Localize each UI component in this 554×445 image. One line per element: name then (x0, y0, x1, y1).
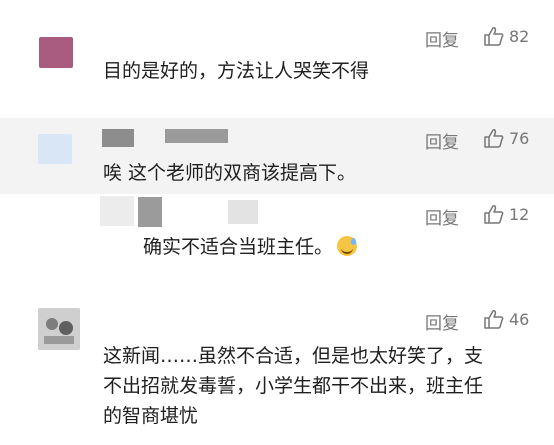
thumbs-up-icon (483, 309, 505, 329)
thumbs-up-icon (483, 26, 505, 46)
comment-text: 确实不适合当班主任。 (143, 232, 358, 262)
reply-button[interactable]: 回复 (425, 204, 459, 229)
sweat-smile-emoji-icon (337, 236, 358, 256)
reply-button[interactable]: 回复 (425, 309, 459, 334)
avatar[interactable] (38, 134, 72, 164)
like-button[interactable]: 76 (483, 128, 529, 148)
comment-text-content: 确实不适合当班主任。 (143, 236, 334, 258)
avatar-photo-icon (38, 308, 80, 350)
like-count: 76 (509, 128, 530, 148)
like-count: 12 (509, 204, 530, 224)
username-blur (102, 129, 134, 147)
comment-line: 的智商堪忧 (103, 405, 199, 427)
avatar-blur (100, 196, 134, 226)
avatar[interactable] (39, 37, 73, 68)
comment-text: 唉 这个老师的双商该提高下。 (103, 162, 357, 184)
like-count: 82 (509, 26, 530, 46)
like-button[interactable]: 46 (483, 309, 529, 329)
avatar[interactable] (38, 308, 80, 350)
reply-button[interactable]: 回复 (425, 26, 459, 51)
username-blur (228, 200, 258, 224)
comment-text: 目的是好的，方法让人哭笑不得 (103, 60, 370, 82)
username-blur (165, 129, 228, 143)
comment-text: 这新闻……虽然不合适，但是也太好笑了，支 不出招就发毒誓，小学生都干不出来，班主… (103, 341, 483, 431)
reply-button[interactable]: 回复 (425, 128, 459, 153)
thumbs-up-icon (483, 204, 505, 224)
username-blur (138, 197, 162, 227)
like-button[interactable]: 82 (483, 26, 529, 46)
comment-line: 这新闻……虽然不合适，但是也太好笑了，支 (103, 345, 484, 367)
thumbs-up-icon (483, 128, 505, 148)
like-count: 46 (509, 309, 530, 329)
like-button[interactable]: 12 (483, 204, 529, 224)
comment-line: 不出招就发毒誓，小学生都干不出来，班主任 (103, 375, 484, 397)
